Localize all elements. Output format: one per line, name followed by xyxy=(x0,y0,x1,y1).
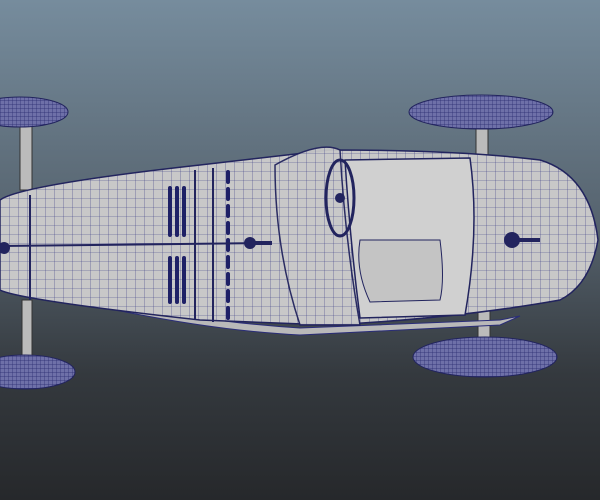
rear-wheel-bottom xyxy=(0,299,76,390)
race-car-wireframe-model xyxy=(0,94,599,390)
rear-wheel-top xyxy=(0,96,69,191)
3d-viewport[interactable] xyxy=(0,0,600,500)
seat xyxy=(358,239,443,303)
front-wheel-bottom xyxy=(412,309,558,378)
